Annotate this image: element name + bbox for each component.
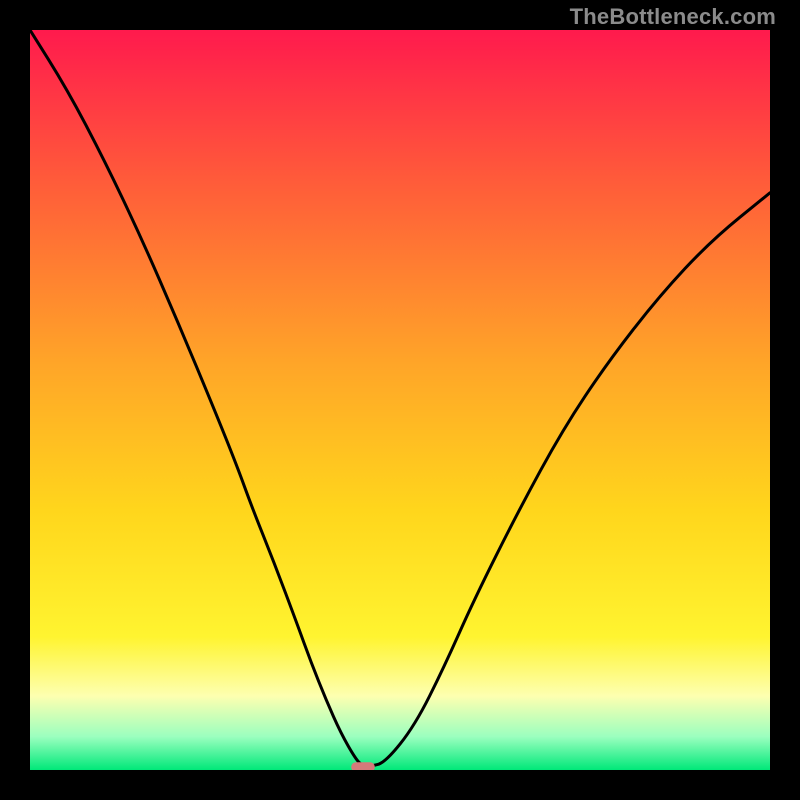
- bottleneck-chart: [30, 30, 770, 770]
- gradient-background: [30, 30, 770, 770]
- watermark-text: TheBottleneck.com: [570, 4, 776, 30]
- chart-frame: [30, 30, 770, 770]
- min-indicator: [351, 762, 375, 770]
- chart-page: TheBottleneck.com: [0, 0, 800, 800]
- markers-group: [351, 762, 375, 770]
